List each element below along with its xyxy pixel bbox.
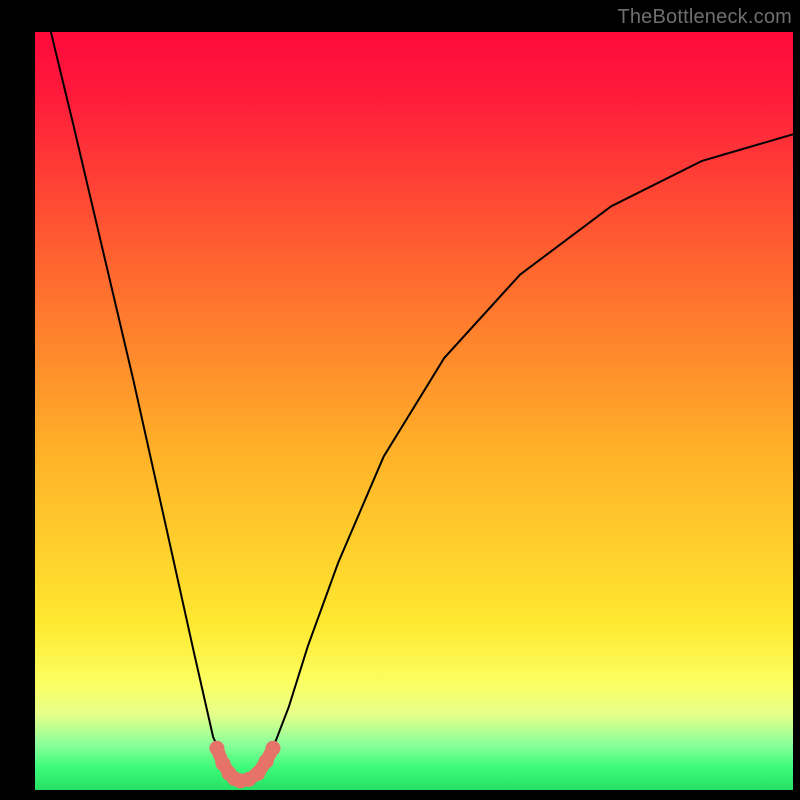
- highlight-dot: [259, 754, 274, 769]
- bottleneck-curve: [51, 32, 793, 779]
- curve-layer: [35, 32, 793, 790]
- highlight-dot: [266, 741, 281, 756]
- highlight-dot: [209, 741, 224, 756]
- plot-area: [35, 32, 793, 790]
- attribution-text: TheBottleneck.com: [617, 6, 792, 29]
